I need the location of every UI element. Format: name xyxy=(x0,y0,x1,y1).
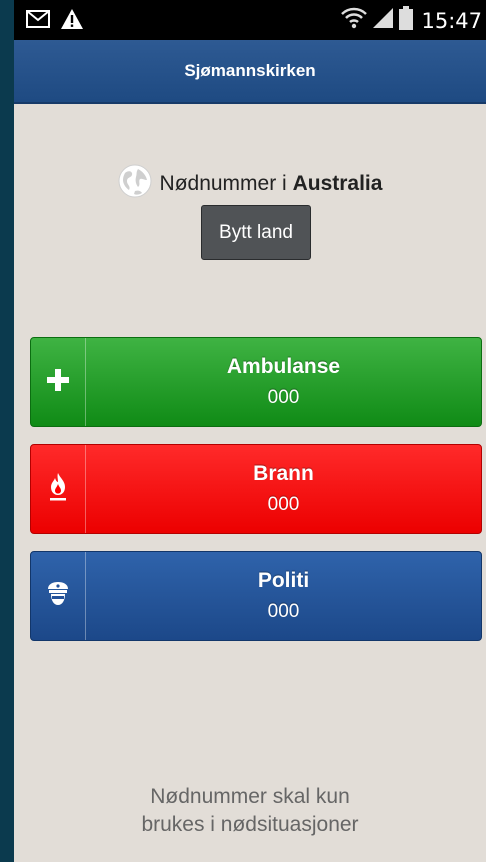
signal-icon xyxy=(371,7,395,34)
gmail-icon xyxy=(26,10,50,33)
fire-button[interactable]: Brann 000 xyxy=(30,444,482,534)
footer-line-1: Nødnummer skal kun xyxy=(150,785,350,808)
ambulance-button[interactable]: Ambulanse 000 xyxy=(30,337,482,427)
police-icon xyxy=(46,581,70,612)
ambulance-label: Ambulanse xyxy=(226,355,341,378)
warning-icon xyxy=(60,8,84,35)
wifi-icon xyxy=(341,7,368,34)
ambulance-number: 000 xyxy=(267,387,300,408)
country-prefix: Nødnummer i xyxy=(159,172,287,195)
police-label: Politi xyxy=(257,569,310,592)
status-time: 15:47 xyxy=(421,8,482,33)
change-country-button[interactable]: Bytt land xyxy=(201,205,311,260)
fire-icon-area xyxy=(31,445,86,533)
fire-label: Brann xyxy=(253,462,314,485)
country-label: Nødnummer i Australia xyxy=(160,172,383,196)
status-bar-notifications xyxy=(26,8,84,35)
police-button[interactable]: Politi 000 xyxy=(30,551,482,641)
footer-note: Nødnummer skal kun brukes i nødsituasjon… xyxy=(14,783,486,839)
ambulance-icon-area xyxy=(31,338,86,426)
police-text: Politi 000 xyxy=(86,552,481,640)
country-name: Australia xyxy=(292,172,383,195)
fire-text: Brann 000 xyxy=(86,445,481,533)
country-heading: Nødnummer i Australia xyxy=(14,164,486,204)
police-icon-area xyxy=(31,552,86,640)
globe-icon xyxy=(118,164,152,204)
plus-icon xyxy=(46,368,70,397)
ambulance-text: Ambulanse 000 xyxy=(86,338,481,426)
status-bar: 15:47 xyxy=(14,0,486,40)
app-header: Sjømannskirken xyxy=(14,40,486,104)
police-number: 000 xyxy=(267,601,300,622)
footer-line-2: brukes i nødsituasjoner xyxy=(141,813,359,836)
app-title: Sjømannskirken xyxy=(184,61,316,80)
fire-icon xyxy=(46,472,70,507)
phone-screen: 15:47 Sjømannskirken Nødnummer i Austral… xyxy=(14,0,486,862)
status-bar-system: 15:47 xyxy=(341,6,482,35)
fire-number: 000 xyxy=(267,494,300,515)
battery-icon xyxy=(399,6,414,35)
